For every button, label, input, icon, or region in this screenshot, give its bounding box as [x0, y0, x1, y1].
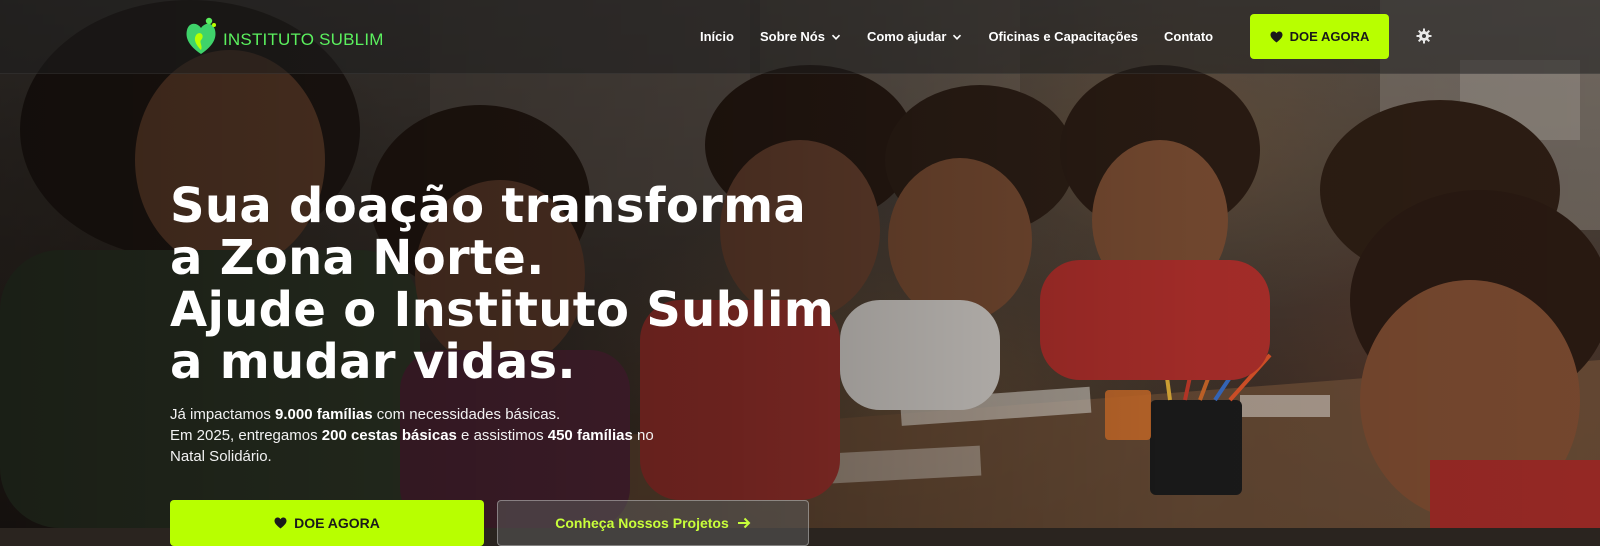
nav-item-sobre-nos[interactable]: Sobre Nós	[760, 29, 841, 44]
chevron-down-icon	[831, 34, 841, 40]
headline-line: a Zona Norte.	[170, 230, 545, 286]
heart-icon	[274, 517, 287, 529]
impact-stats: Já impactamos 9.000 famílias com necessi…	[170, 404, 690, 467]
nav-item-oficinas[interactable]: Oficinas e Capacitações	[988, 29, 1138, 44]
brand-name: INSTITUTO SUBLIM	[223, 30, 384, 49]
stats-text: e assistimos	[456, 427, 548, 444]
headline-line: a mudar vidas.	[170, 334, 576, 390]
nav-item-label: Início	[700, 29, 734, 44]
hero-headline: Sua doação transforma a Zona Norte. Ajud…	[170, 180, 870, 388]
nav-item-label: Oficinas e Capacitações	[988, 29, 1139, 44]
nav-item-label: Sobre Nós	[759, 29, 825, 44]
stats-highlight: 200 cestas básicas	[321, 427, 457, 444]
logo-icon	[183, 16, 219, 56]
stats-text: Já impactamos	[170, 406, 276, 423]
projects-button[interactable]: Conheça Nossos Projetos	[497, 500, 809, 546]
heart-icon	[1270, 31, 1283, 42]
stats-text: Em 2025, entregamos	[170, 427, 322, 444]
headline-line: Sua doação transforma	[170, 178, 807, 234]
projects-button-label: Conheça Nossos Projetos	[555, 515, 729, 531]
nav-item-inicio[interactable]: Início	[700, 29, 734, 44]
stats-highlight: 450 famílias	[547, 427, 633, 444]
gear-icon[interactable]	[1416, 28, 1432, 44]
main-nav: Início Sobre Nós Como ajudar Oficinas e …	[700, 0, 1239, 73]
donate-button-hero[interactable]: DOE AGORA	[170, 500, 484, 546]
stats-text: com necessidades básicas.	[372, 406, 561, 423]
nav-item-label: Como ajudar	[866, 29, 947, 44]
nav-item-como-ajudar[interactable]: Como ajudar	[867, 29, 962, 44]
stats-highlight: 9.000 famílias	[275, 406, 373, 423]
nav-item-contato[interactable]: Contato	[1164, 29, 1213, 44]
donate-button-label: DOE AGORA	[294, 515, 380, 531]
donate-button-label: DOE AGORA	[1289, 29, 1370, 44]
headline-line: Ajude o Instituto Sublim	[170, 282, 835, 338]
chevron-down-icon	[953, 34, 962, 40]
arrow-right-icon	[737, 517, 751, 529]
top-navbar: INSTITUTO SUBLIM Início Sobre Nós Como a…	[0, 0, 1600, 74]
nav-item-label: Contato	[1164, 29, 1214, 44]
brand-logo[interactable]: INSTITUTO SUBLIM	[183, 16, 384, 56]
donate-button-header[interactable]: DOE AGORA	[1250, 14, 1389, 59]
